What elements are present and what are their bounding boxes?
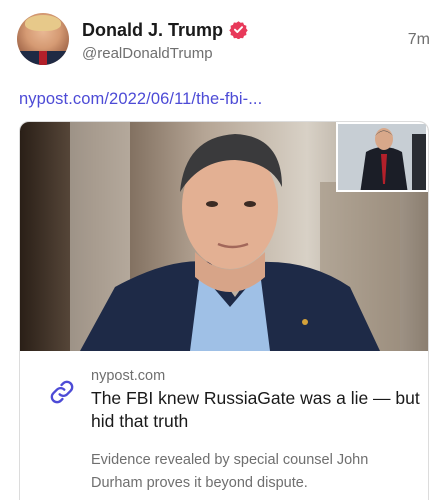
post-link[interactable]: nypost.com/2022/06/11/the-fbi-... <box>19 90 262 109</box>
link-card-description: Evidence revealed by special counsel Joh… <box>91 452 369 491</box>
post-timestamp[interactable]: 7m <box>408 31 430 49</box>
author-handle[interactable]: @realDonaldTrump <box>82 45 213 62</box>
avatar-hair <box>25 15 61 31</box>
author-display-name[interactable]: Donald J. Trump <box>82 20 223 41</box>
link-card-domain: nypost.com <box>91 368 166 384</box>
link-card-title[interactable]: The FBI knew RussiaGate was a lie — but … <box>91 387 421 433</box>
link-preview-image[interactable] <box>20 122 428 351</box>
avatar-tie <box>39 51 47 65</box>
verified-badge-icon <box>229 21 248 39</box>
link-icon <box>50 380 74 404</box>
post: Donald J. Trump @realDonaldTrump 7m nypo… <box>0 0 448 500</box>
inset-photo-figure <box>338 124 426 190</box>
inset-photo <box>336 122 428 192</box>
author-avatar[interactable] <box>17 13 69 65</box>
link-preview-card[interactable]: nypost.com The FBI knew RussiaGate was a… <box>19 121 429 500</box>
